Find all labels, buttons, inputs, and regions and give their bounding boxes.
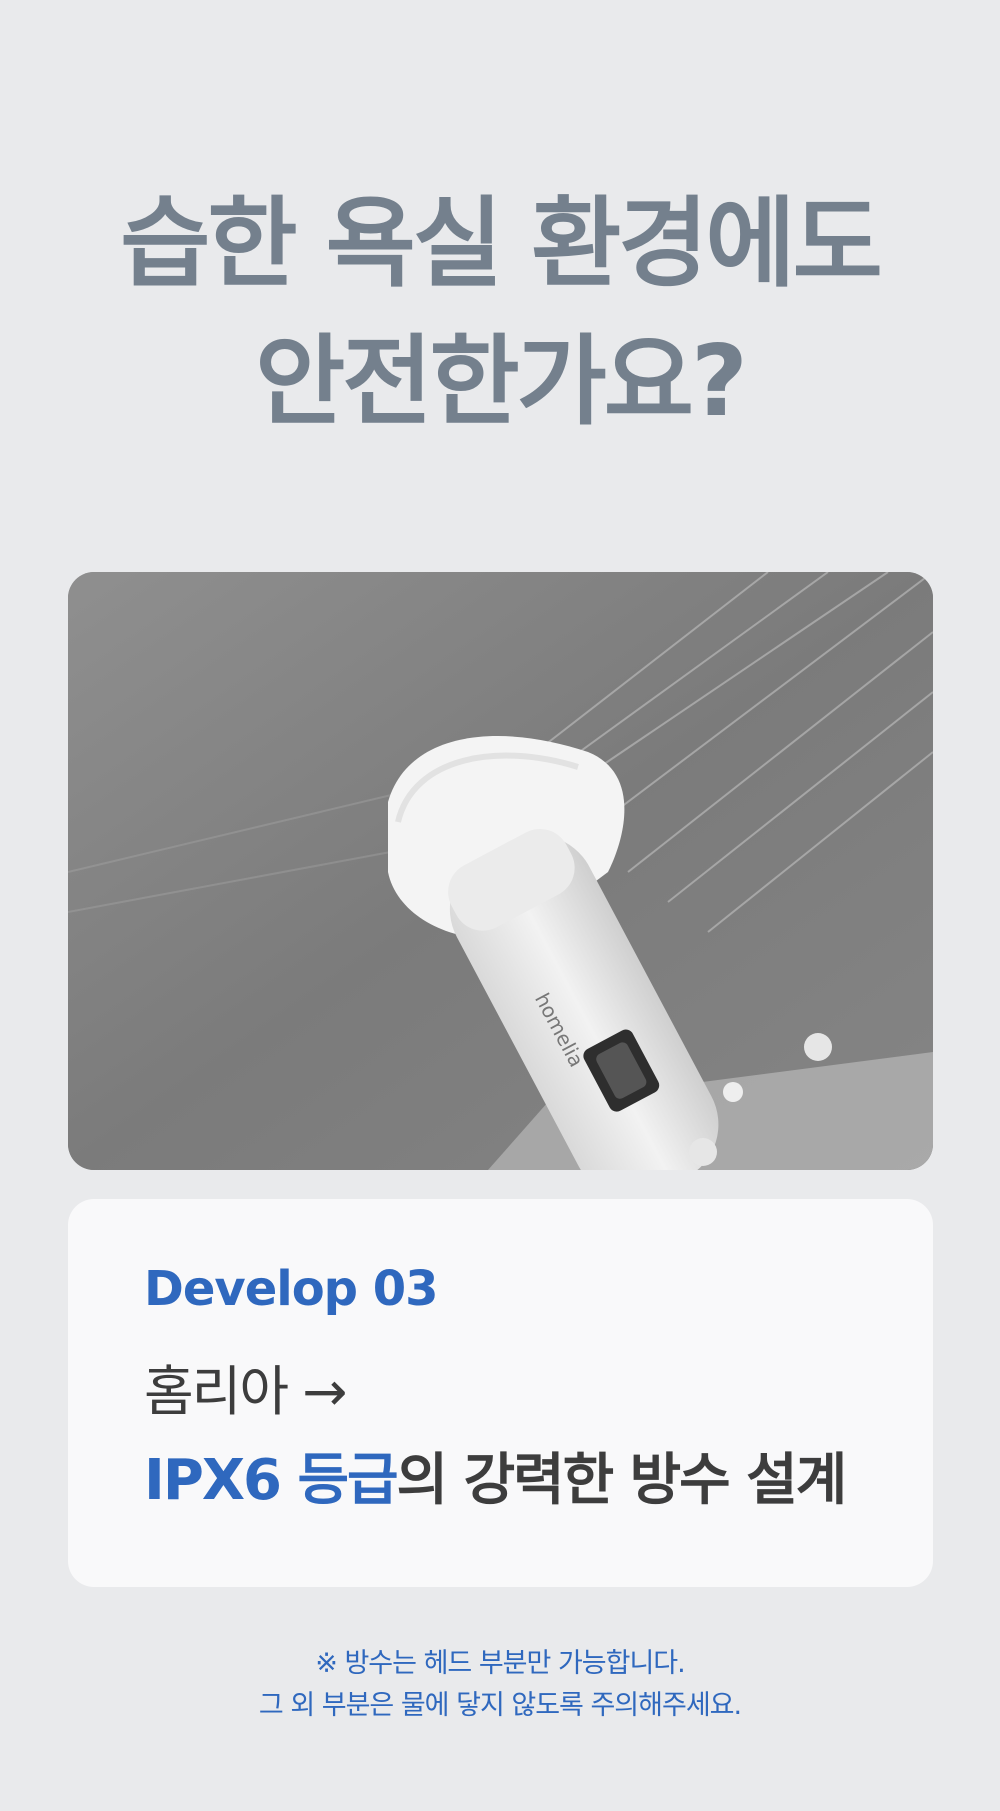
ipx6-grade: IPX6 등급 [144, 1448, 399, 1513]
brush-under-water-illustration: homelia [68, 572, 933, 1170]
brand-name: 홈리아 [144, 1360, 289, 1423]
arrow-right-icon: → [302, 1360, 347, 1423]
caution-note: ※ 방수는 헤드 부분만 가능합니다. 그 외 부분은 물에 닿지 않도록 주의… [0, 1643, 1000, 1727]
product-photo: homelia [68, 572, 933, 1170]
headline-line-1: 습한 욕실 환경에도 [120, 187, 883, 301]
waterproof-description: 의 강력한 방수 설계 [396, 1448, 848, 1513]
caution-note-line-1: ※ 방수는 헤드 부분만 가능합니다. [315, 1648, 685, 1679]
feature-card: Develop 03 홈리아 → IPX6 등급의 강력한 방수 설계 [68, 1199, 933, 1587]
headline: 습한 욕실 환경에도 안전한가요? [0, 175, 1000, 451]
headline-line-2: 안전한가요? [255, 325, 748, 439]
caution-note-line-2: 그 외 부분은 물에 닿지 않도록 주의해주세요. [258, 1690, 742, 1721]
develop-label: Develop 03 [144, 1261, 439, 1317]
brand-line: 홈리아 → [144, 1347, 347, 1426]
waterproof-line: IPX6 등급의 강력한 방수 설계 [144, 1435, 848, 1516]
